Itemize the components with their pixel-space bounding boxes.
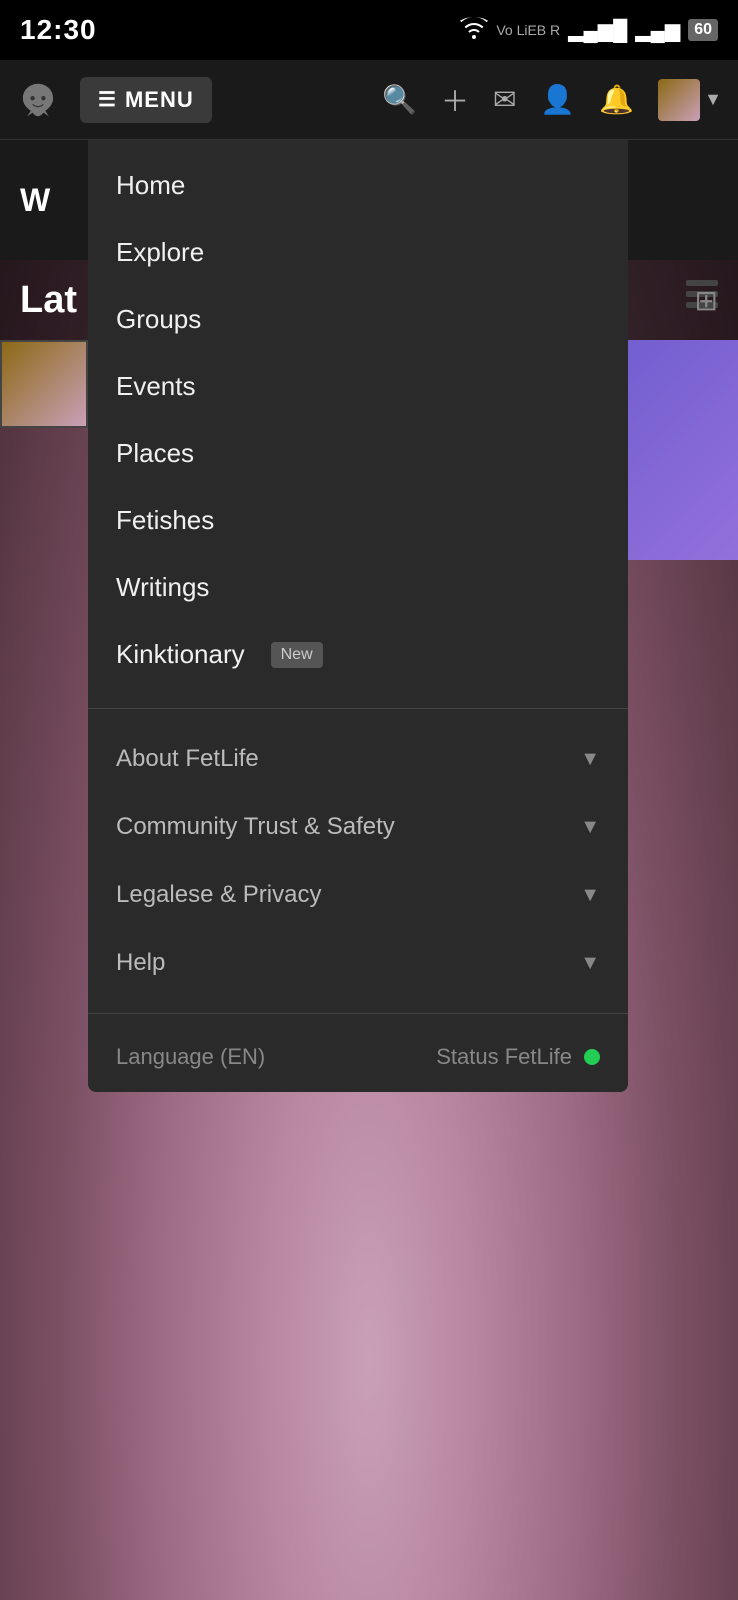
search-icon[interactable]: 🔍 bbox=[382, 83, 417, 116]
grid-list-icon[interactable]: ⊞ bbox=[695, 284, 718, 317]
about-chevron-icon: ▼ bbox=[580, 748, 600, 771]
menu-item-home[interactable]: Home bbox=[88, 152, 628, 219]
menu-item-trust-safety[interactable]: Community Trust & Safety ▼ bbox=[88, 793, 628, 861]
menu-item-events[interactable]: Events bbox=[88, 353, 628, 420]
lat-text: Lat bbox=[20, 279, 77, 322]
menu-item-places[interactable]: Places bbox=[88, 420, 628, 487]
menu-item-groups[interactable]: Groups bbox=[88, 286, 628, 353]
hamburger-icon: ☰ bbox=[98, 87, 117, 112]
status-dot-icon bbox=[584, 1049, 600, 1065]
status-fetlife: Status FetLife bbox=[436, 1044, 600, 1070]
menu-primary-section: Home Explore Groups Events Places Fetish… bbox=[88, 140, 628, 700]
menu-item-help[interactable]: Help ▼ bbox=[88, 929, 628, 997]
avatar-chevron-icon: ▼ bbox=[704, 89, 722, 110]
menu-footer: Language (EN) Status FetLife bbox=[88, 1022, 628, 1092]
avatar-container[interactable]: ▼ bbox=[658, 79, 722, 121]
language-label[interactable]: Language (EN) bbox=[116, 1044, 265, 1070]
signal-bars-1: ▂▄▆█ bbox=[568, 18, 627, 43]
dropdown-menu: Home Explore Groups Events Places Fetish… bbox=[88, 140, 628, 1092]
status-bar: 12:30 Vo LiEB R ▂▄▆█ ▂▄▆ 60 bbox=[0, 0, 738, 60]
app-logo bbox=[16, 78, 60, 122]
wifi-icon bbox=[460, 17, 488, 44]
status-time: 12:30 bbox=[20, 14, 97, 46]
help-chevron-icon: ▼ bbox=[580, 952, 600, 975]
add-icon[interactable]: ＋ bbox=[441, 80, 469, 120]
nav-icons: 🔍 ＋ ✉ 👤 🔔 ▼ bbox=[382, 79, 722, 121]
legalese-chevron-icon: ▼ bbox=[580, 884, 600, 907]
post-thumbnail-left bbox=[0, 340, 88, 428]
menu-button[interactable]: ☰ MENU bbox=[80, 77, 212, 123]
menu-divider-2 bbox=[88, 1013, 628, 1014]
menu-item-about[interactable]: About FetLife ▼ bbox=[88, 725, 628, 793]
navbar: ☰ MENU 🔍 ＋ ✉ 👤 🔔 ▼ bbox=[0, 60, 738, 140]
menu-label: MENU bbox=[125, 87, 194, 113]
signal-bars-2: ▂▄▆ bbox=[635, 18, 680, 43]
menu-item-fetishes[interactable]: Fetishes bbox=[88, 487, 628, 554]
menu-item-explore[interactable]: Explore bbox=[88, 219, 628, 286]
battery-icon: 60 bbox=[688, 19, 718, 41]
avatar bbox=[658, 79, 700, 121]
messages-icon[interactable]: ✉ bbox=[493, 83, 516, 116]
trust-safety-chevron-icon: ▼ bbox=[580, 816, 600, 839]
status-text: Status FetLife bbox=[436, 1044, 572, 1070]
menu-secondary-section: About FetLife ▼ Community Trust & Safety… bbox=[88, 717, 628, 1005]
bg-w-text: W bbox=[20, 182, 50, 219]
menu-item-legalese[interactable]: Legalese & Privacy ▼ bbox=[88, 861, 628, 929]
notifications-icon[interactable]: 🔔 bbox=[599, 83, 634, 116]
post-thumb-1 bbox=[0, 340, 88, 428]
fetlife-logo-icon bbox=[20, 82, 56, 118]
kinktionary-badge: New bbox=[271, 642, 323, 668]
menu-item-kinktionary[interactable]: Kinktionary New bbox=[88, 621, 628, 688]
menu-item-writings[interactable]: Writings bbox=[88, 554, 628, 621]
profile-icon[interactable]: 👤 bbox=[540, 83, 575, 116]
status-icons: Vo LiEB R ▂▄▆█ ▂▄▆ 60 bbox=[460, 17, 718, 44]
signal-text: Vo LiEB R bbox=[496, 22, 560, 38]
menu-divider-1 bbox=[88, 708, 628, 709]
